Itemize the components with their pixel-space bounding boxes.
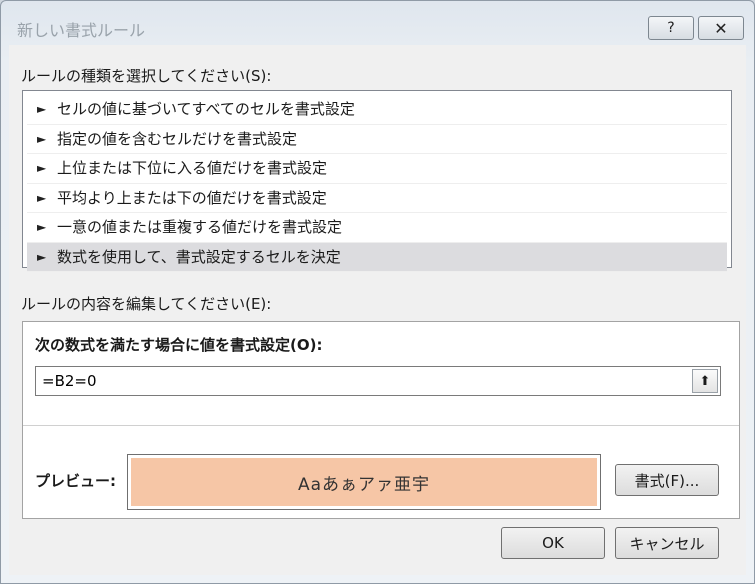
rule-type-item-label: セルの値に基づいてすべてのセルを書式設定 — [57, 100, 355, 119]
new-format-rule-dialog: 新しい書式ルール ? ✕ ルールの種類を選択してください(S): ► セルの値に… — [0, 0, 755, 584]
arrow-right-icon: ► — [37, 161, 47, 176]
formula-field: ⬆ — [35, 366, 721, 396]
rule-type-item-label: 指定の値を含むセルだけを書式設定 — [57, 129, 298, 148]
formula-input[interactable] — [36, 367, 698, 395]
close-button[interactable]: ✕ — [698, 16, 744, 40]
preview-box: Aaあぁアァ亜宇 — [127, 454, 601, 510]
rule-type-item[interactable]: ► 上位または下位に入る値だけを書式設定 — [27, 154, 727, 184]
rule-type-item[interactable]: ► セルの値に基づいてすべてのセルを書式設定 — [27, 95, 727, 125]
rule-type-item-label: 上位または下位に入る値だけを書式設定 — [57, 159, 328, 178]
arrow-right-icon: ► — [37, 102, 47, 117]
divider — [23, 425, 739, 426]
rule-type-item[interactable]: ► 指定の値を含むセルだけを書式設定 — [27, 125, 727, 154]
dialog-title: 新しい書式ルール — [17, 21, 146, 40]
rule-type-item-label: 平均より上または下の値だけを書式設定 — [57, 188, 327, 207]
collapse-arrow-icon: ⬆ — [699, 373, 711, 389]
dialog-body: ルールの種類を選択してください(S): ► セルの値に基づいてすべてのセルを書式… — [9, 45, 746, 575]
collapse-dialog-button[interactable]: ⬆ — [692, 369, 718, 393]
rule-type-label: ルールの種類を選択してください(S): — [21, 67, 272, 85]
formula-label: 次の数式を満たす場合に値を書式設定(O): — [35, 336, 323, 354]
preview-label: プレビュー: — [35, 472, 116, 490]
preview-sample: Aaあぁアァ亜宇 — [131, 458, 597, 506]
help-icon: ? — [667, 20, 675, 36]
rule-type-item-selected[interactable]: ► 数式を使用して、書式設定するセルを決定 — [27, 242, 727, 272]
cancel-button[interactable]: キャンセル — [615, 527, 719, 559]
preview-text: Aaあぁアァ亜宇 — [297, 474, 431, 495]
help-button[interactable]: ? — [648, 16, 694, 40]
close-icon: ✕ — [714, 18, 728, 38]
rule-type-item[interactable]: ► 一意の値または重複する値だけを書式設定 — [27, 213, 727, 243]
ok-button[interactable]: OK — [501, 527, 605, 559]
arrow-right-icon: ► — [37, 190, 47, 205]
arrow-right-icon: ► — [37, 131, 47, 146]
rule-type-item[interactable]: ► 平均より上または下の値だけを書式設定 — [27, 184, 727, 213]
rule-type-item-label: 一意の値または重複する値だけを書式設定 — [57, 218, 343, 237]
rule-type-item-label: 数式を使用して、書式設定するセルを決定 — [57, 247, 341, 266]
format-button[interactable]: 書式(F)... — [615, 464, 719, 496]
rule-edit-panel: 次の数式を満たす場合に値を書式設定(O): ⬆ プレビュー: Aaあぁアァ亜宇 … — [22, 321, 740, 519]
rule-edit-label: ルールの内容を編集してください(E): — [21, 295, 272, 313]
rule-type-list[interactable]: ► セルの値に基づいてすべてのセルを書式設定 ► 指定の値を含むセルだけを書式設… — [22, 90, 732, 272]
arrow-right-icon: ► — [37, 220, 47, 235]
arrow-right-icon: ► — [37, 249, 47, 264]
title-bar: 新しい書式ルール ? ✕ — [1, 1, 754, 41]
